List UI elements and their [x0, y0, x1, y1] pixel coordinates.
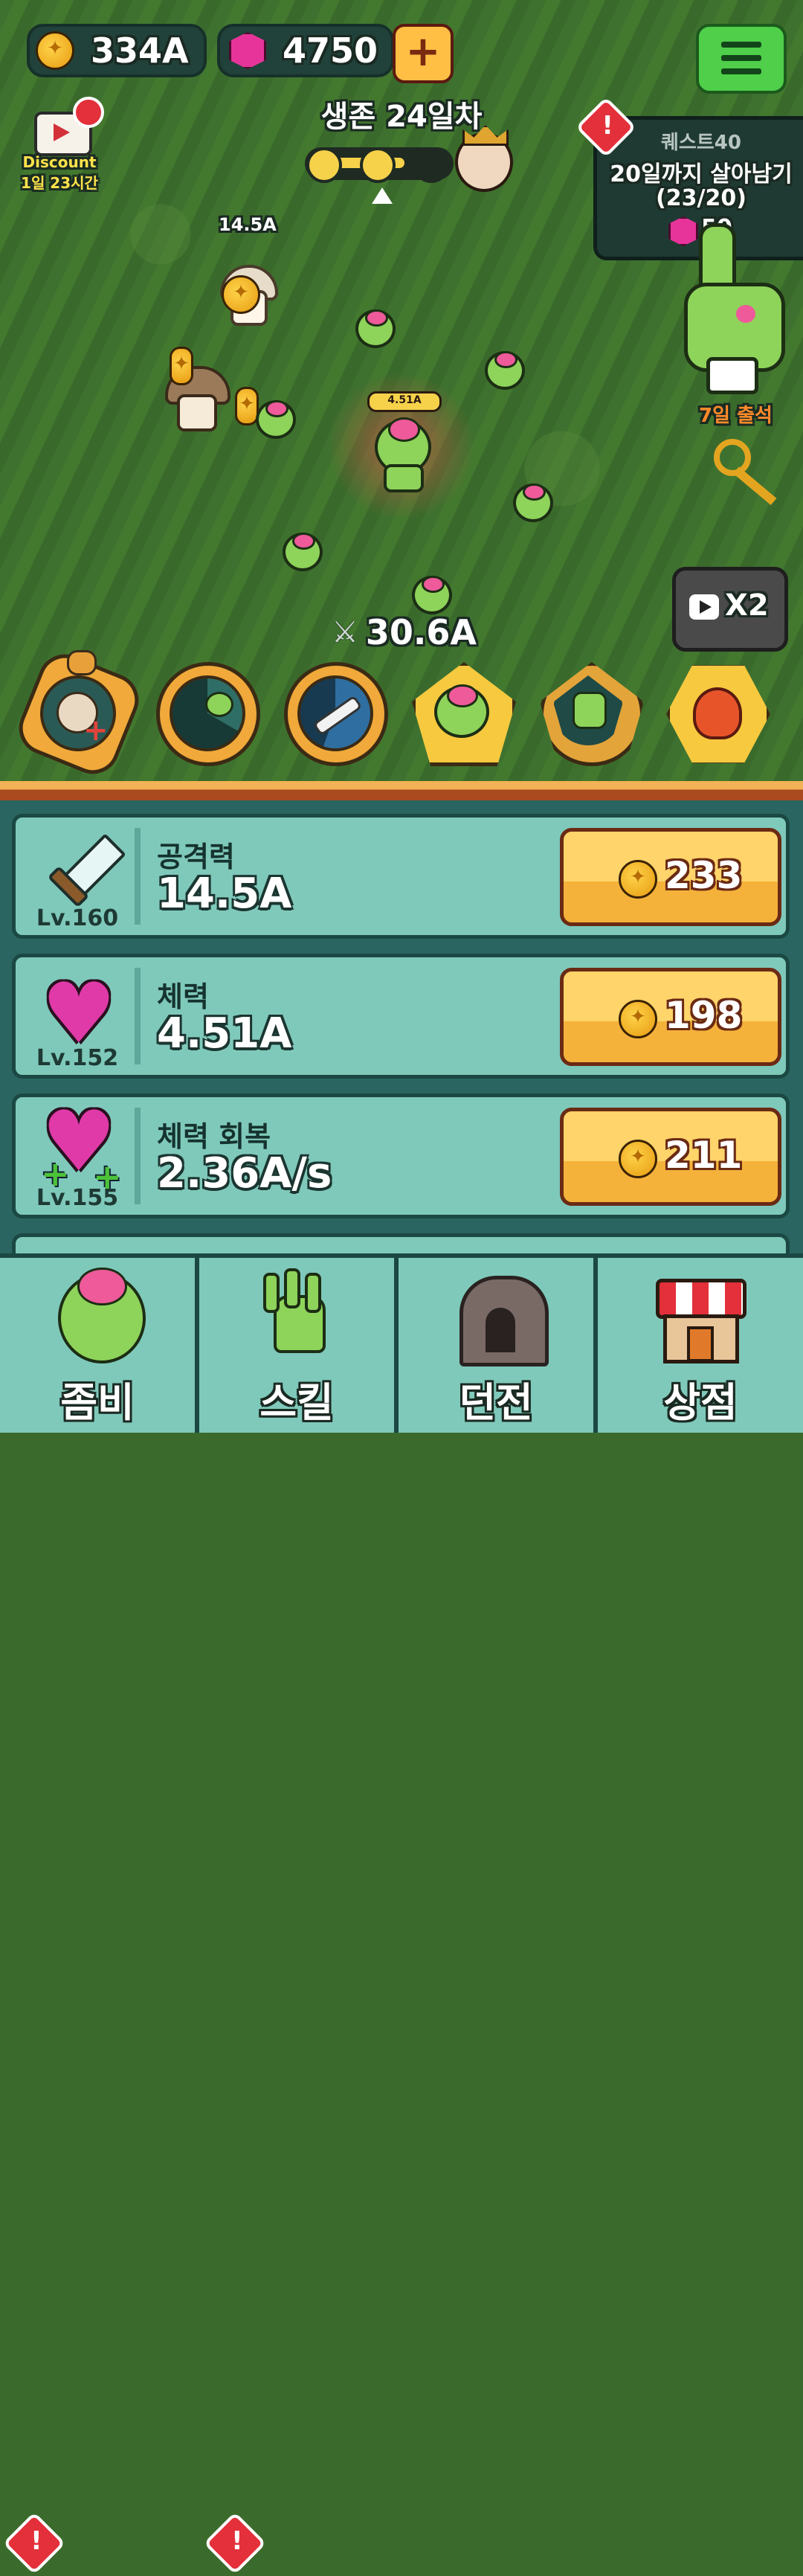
health-level: Lv.152	[36, 1045, 119, 1071]
zombie-summon-icon	[425, 675, 495, 745]
attack-value: 14.5A	[157, 870, 292, 918]
speed-x2-label: X2	[725, 588, 769, 623]
skill-slot-1[interactable]: +	[10, 646, 147, 783]
sword-power-icon: ⚔	[332, 615, 358, 649]
skull-icon	[67, 650, 97, 675]
nav-zombie[interactable]: 좀비	[0, 1258, 199, 1433]
menu-button[interactable]	[696, 24, 787, 94]
skill-slot-4[interactable]	[412, 662, 516, 766]
upgrade-regen-button[interactable]: 211	[560, 1108, 781, 1206]
attack-power-display: ⚔ 30.6A	[332, 610, 477, 655]
discount-label: Discount	[22, 153, 97, 171]
nav-dungeon[interactable]: 던전	[399, 1258, 598, 1433]
zombie-minion	[513, 483, 553, 522]
bone-whirl-icon	[297, 675, 373, 751]
player-hp-bar: 4.51A	[367, 391, 442, 412]
nav-zombie-label: 좀비	[60, 1379, 135, 1426]
add-gems-button[interactable]: +	[393, 24, 454, 83]
gold-counter: 334A	[27, 24, 207, 77]
rage-flame-icon	[680, 675, 749, 745]
dropped-coin-icon	[170, 347, 193, 385]
player-hp-value: 4.51A	[387, 394, 422, 406]
zombie-minion	[412, 575, 452, 614]
sword-icon	[36, 833, 126, 908]
zombie-minion	[485, 350, 525, 390]
zombie-hand-icon	[263, 1268, 330, 1362]
skill-slot-6[interactable]	[666, 662, 770, 766]
skill-slot-5[interactable]	[540, 662, 644, 766]
shell-heal-icon: +	[40, 675, 116, 751]
stat-row-regen: ♥ + + Lv.155 체력 회복 2.36A/s 211	[12, 1093, 790, 1218]
zombie-icon	[58, 1267, 146, 1364]
coin-icon	[619, 860, 657, 899]
nav-shop-label: 상점	[663, 1379, 738, 1426]
dungeon-gate-icon	[459, 1276, 549, 1366]
hamburger-line	[721, 68, 761, 74]
row-divider	[135, 828, 141, 925]
regen-value: 2.36A/s	[157, 1149, 332, 1198]
nav-skill[interactable]: 스킬	[199, 1258, 399, 1433]
zombie-minion	[283, 532, 323, 571]
progress-node-1	[306, 147, 342, 183]
gem-amount: 4750	[283, 30, 378, 71]
health-value: 4.51A	[157, 1009, 292, 1058]
upgrade-attack-cost: 233	[665, 854, 743, 897]
upgrade-attack-button[interactable]: 233	[560, 828, 781, 926]
nav-skill-alert-icon: !	[203, 2511, 267, 2575]
discount-offer[interactable]: Discount 1일 23시간	[15, 97, 104, 193]
upgrade-health-cost: 198	[665, 994, 743, 1037]
nav-shop[interactable]: 상점	[598, 1258, 803, 1433]
stat-row-attack: Lv.160 공격력 14.5A 233	[12, 814, 790, 939]
heart-regen-icon: ♥ + +	[41, 1093, 122, 1197]
attack-level: Lv.160	[36, 905, 119, 931]
regen-label: 체력 회복	[157, 1120, 271, 1153]
quest-description: 20일까지 살아남기	[610, 161, 793, 187]
bottom-nav: 좀비 ! 스킬 ! 던전 상점	[0, 1253, 803, 2575]
gem-icon	[229, 32, 266, 69]
key-icon[interactable]	[714, 439, 781, 506]
gold-coin-icon	[36, 31, 74, 70]
row-divider	[135, 1108, 141, 1204]
gold-amount: 334A	[91, 30, 189, 71]
upgrade-regen-cost: 211	[665, 1134, 743, 1177]
discount-timer: 1일 23시간	[21, 174, 98, 192]
video-play-icon	[689, 594, 719, 620]
dropped-coin-icon	[222, 275, 260, 314]
attack-label: 공격력	[157, 841, 235, 873]
quest-progress: (23/20)	[656, 185, 746, 211]
hamburger-icon	[721, 42, 761, 48]
zombie-finger-icon[interactable]	[684, 223, 785, 394]
discount-badge-dot	[73, 97, 104, 128]
skill-slot-2[interactable]	[156, 662, 260, 766]
battlefield[interactable]: 334A 4750 + Discount 1일 23시간 생존 24일차 퀘스트…	[0, 0, 803, 783]
boss-king-icon	[455, 125, 513, 192]
zombie-slash-icon	[170, 675, 245, 751]
player-zombie-body	[384, 464, 424, 492]
row-divider	[135, 968, 141, 1064]
upgrade-health-button[interactable]: 198	[560, 968, 781, 1066]
skill-slot-3[interactable]	[284, 662, 388, 766]
panel-stripe	[0, 781, 803, 800]
progress-marker-icon	[372, 187, 393, 204]
progress-node-3	[413, 147, 449, 183]
floating-damage-text: 14.5A	[219, 214, 277, 235]
coin-icon	[619, 1140, 657, 1178]
nav-zombie-alert-icon: !	[2, 2511, 66, 2575]
hamburger-line	[721, 55, 761, 61]
heart-icon: ♥	[41, 966, 117, 1062]
regen-level: Lv.155	[36, 1185, 119, 1211]
attendance-label[interactable]: 7일 출석	[699, 400, 773, 428]
stat-row-health: ♥ Lv.152 체력 4.51A 198	[12, 954, 790, 1079]
zombie-minion	[256, 399, 296, 439]
health-label: 체력	[157, 980, 209, 1013]
nav-dungeon-label: 던전	[459, 1379, 533, 1426]
shop-icon	[656, 1279, 746, 1364]
zombie-minion	[355, 309, 396, 348]
attack-power-value: 30.6A	[365, 612, 477, 652]
nav-skill-label: 스킬	[259, 1379, 334, 1426]
speed-x2-button[interactable]: X2	[672, 567, 788, 652]
coin-icon	[619, 1000, 657, 1038]
gem-counter: 4750	[217, 24, 394, 77]
progress-node-2	[360, 147, 396, 183]
